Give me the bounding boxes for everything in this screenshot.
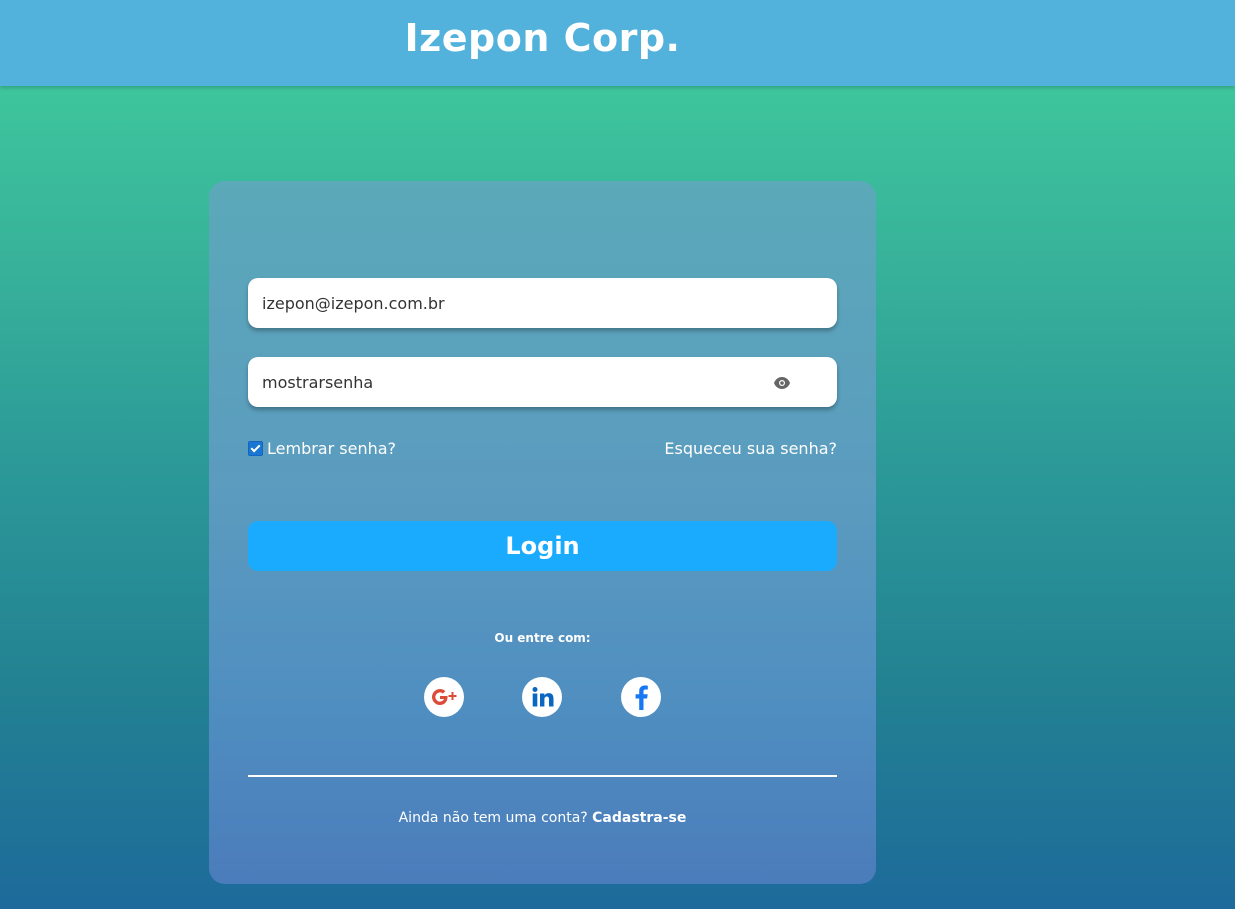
eye-icon[interactable] (773, 375, 791, 389)
facebook-icon[interactable] (621, 677, 661, 717)
social-login-label: Ou entre com: (494, 631, 591, 645)
password-field[interactable] (262, 357, 742, 407)
forgot-password-link[interactable]: Esqueceu sua senha? (664, 439, 837, 458)
signup-link[interactable]: Cadastra-se (592, 810, 686, 826)
signup-prompt-text: Ainda não tem uma conta? (398, 810, 588, 826)
login-options: Lembrar senha? Esqueceu sua senha? (248, 439, 837, 463)
password-field-container (248, 357, 837, 407)
signup-prompt: Ainda não tem uma conta? Cadastra-se (209, 810, 876, 826)
email-field-container (248, 278, 837, 328)
top-header: Izepon Corp. (0, 0, 1235, 86)
linkedin-icon[interactable] (522, 677, 562, 717)
brand-title: Izepon Corp. (404, 16, 681, 60)
divider (248, 775, 837, 777)
email-field[interactable] (262, 278, 742, 328)
remember-label: Lembrar senha? (267, 439, 397, 458)
google-plus-icon[interactable] (424, 677, 464, 717)
login-card: Lembrar senha? Esqueceu sua senha? Login… (209, 181, 876, 884)
remember-checkbox[interactable] (248, 441, 263, 456)
remember-option[interactable]: Lembrar senha? (248, 439, 396, 458)
login-button[interactable]: Login (248, 521, 837, 571)
